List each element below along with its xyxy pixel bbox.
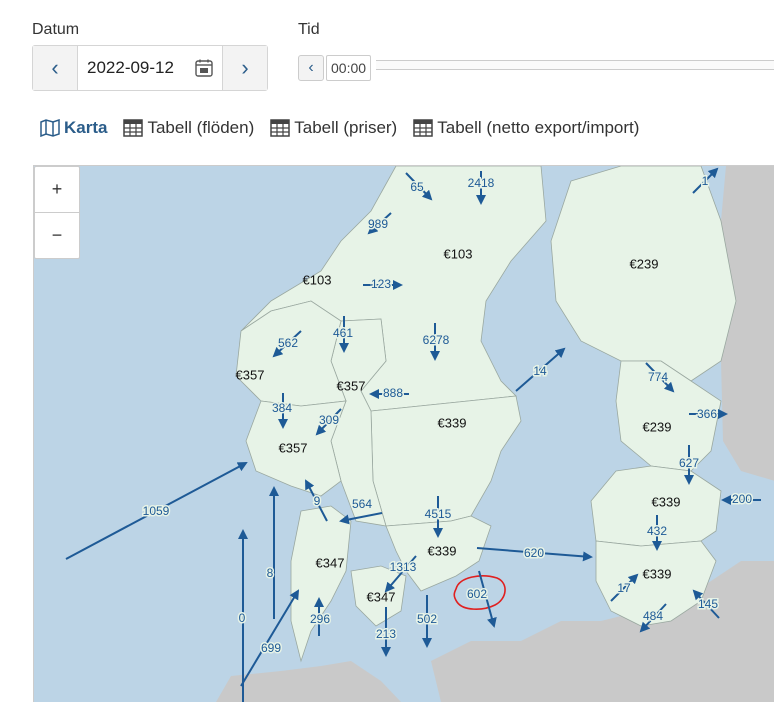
zone-price-label: €357 xyxy=(279,440,308,455)
flow-value-label: 562 xyxy=(278,336,298,350)
prev-time-button[interactable]: ‹ xyxy=(298,55,324,81)
flow-value-label: 296 xyxy=(310,612,330,626)
tab-label: Tabell (netto export/import) xyxy=(437,118,640,137)
flow-value-label: 1059 xyxy=(143,504,170,518)
flow-value-label: 4515 xyxy=(425,507,452,521)
flow-value-label: 309 xyxy=(319,413,339,427)
time-label: Tid xyxy=(298,21,320,38)
tab-label: Tabell (priser) xyxy=(294,118,398,137)
tab-karta[interactable]: Karta xyxy=(40,118,107,138)
time-value: 00:00 xyxy=(331,60,367,76)
flow-value-label: 502 xyxy=(417,612,437,626)
zone-price-label: €357 xyxy=(236,367,265,382)
calendar-icon[interactable] xyxy=(194,58,214,78)
price-flow-map[interactable]: + − €103 €103 €239 €357 €357 €357 €339 €… xyxy=(33,165,774,702)
flow-value-label: 620 xyxy=(524,546,544,560)
next-date-button[interactable]: › xyxy=(223,46,267,90)
flow-value-label: 699 xyxy=(261,641,281,655)
time-slider[interactable] xyxy=(376,60,774,70)
table-icon xyxy=(270,119,290,137)
tab-label: Karta xyxy=(64,118,108,137)
zone-price-label: €339 xyxy=(428,543,457,558)
flow-value-label: 2418 xyxy=(468,176,495,190)
flow-value-label: 213 xyxy=(376,627,396,641)
flow-value-label: 888 xyxy=(383,386,403,400)
zone-price-label: €239 xyxy=(630,256,659,271)
flow-value-label: 6278 xyxy=(423,333,450,347)
flow-value-label: 484 xyxy=(643,609,663,623)
date-input[interactable]: 2022-09-12 xyxy=(77,46,223,90)
view-tabs: Karta Tabell (flöden) Tabell (priser) Ta… xyxy=(40,118,655,138)
zone-price-label: €103 xyxy=(303,272,332,287)
zone-price-label: €239 xyxy=(643,419,672,434)
flow-value-label: 9 xyxy=(314,494,321,508)
tab-tabell-netto[interactable]: Tabell (netto export/import) xyxy=(413,118,639,138)
flow-value-label: 774 xyxy=(648,370,668,384)
flow-value-label: 989 xyxy=(368,217,388,231)
date-label: Datum xyxy=(32,21,80,38)
chevron-right-icon: › xyxy=(241,55,249,80)
flow-value-label: 564 xyxy=(352,497,372,511)
flow-value-label: 432 xyxy=(647,524,667,538)
tab-tabell-priser[interactable]: Tabell (priser) xyxy=(270,118,397,138)
flow-value-label: 1313 xyxy=(390,560,417,574)
chevron-left-icon: ‹ xyxy=(308,59,314,76)
flow-value-label: 17 xyxy=(617,581,631,595)
tab-tabell-floden[interactable]: Tabell (flöden) xyxy=(123,118,254,138)
zone-price-label: €347 xyxy=(367,589,396,604)
flow-value-label: 602 xyxy=(467,587,487,601)
map-canvas: €103 €103 €239 €357 €357 €357 €339 €239 €339 €339… xyxy=(65,166,774,702)
flow-value-label: 65 xyxy=(410,180,424,194)
flow-value-label: 1 xyxy=(702,174,709,188)
table-icon xyxy=(123,119,144,137)
zone-price-label: €357 xyxy=(337,378,366,393)
tab-label: Tabell (flöden) xyxy=(147,118,255,137)
date-value: 2022-09-12 xyxy=(87,58,174,77)
prev-date-button[interactable]: ‹ xyxy=(33,46,77,90)
zone-price-label: €339 xyxy=(643,566,672,581)
date-picker: ‹ 2022-09-12 › xyxy=(32,45,268,91)
map-icon xyxy=(40,119,60,137)
zone-price-label: €347 xyxy=(316,555,345,570)
chevron-left-icon: ‹ xyxy=(51,55,59,80)
flow-value-label: 384 xyxy=(272,401,292,415)
flow-value-label: 145 xyxy=(698,597,718,611)
zoom-in-button[interactable]: + xyxy=(35,167,79,213)
zone-price-label: €339 xyxy=(438,415,467,430)
zoom-out-button[interactable]: − xyxy=(35,213,79,258)
zone-price-label: €339 xyxy=(652,494,681,509)
flow-value-label: 0 xyxy=(239,611,246,625)
flow-value-label: 200 xyxy=(732,492,752,506)
flow-value-label: 461 xyxy=(333,326,353,340)
flow-value-label: 366 xyxy=(697,407,717,421)
flow-value-label: 14 xyxy=(533,364,547,378)
time-picker: ‹ 00:00 xyxy=(298,55,372,81)
flow-value-label: 8 xyxy=(267,566,274,580)
flow-value-label: 123 xyxy=(371,277,391,291)
time-input[interactable]: 00:00 xyxy=(326,55,372,81)
zone-price-label: €103 xyxy=(444,246,473,261)
flow-value-label: 627 xyxy=(679,456,699,470)
zoom-control: + − xyxy=(34,166,80,259)
table-icon xyxy=(413,119,433,137)
